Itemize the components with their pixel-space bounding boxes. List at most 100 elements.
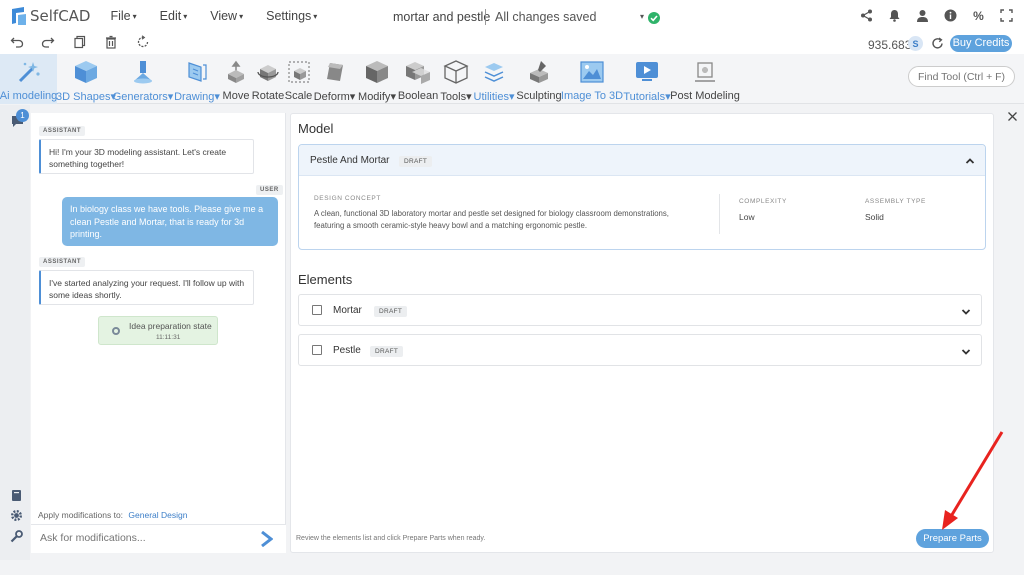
chat-notification-badge: 1 <box>16 109 29 122</box>
tool-tutorials[interactable]: Tutorials▾ <box>623 54 671 104</box>
save-status: All changes saved <box>495 10 597 24</box>
title-divider <box>485 9 486 25</box>
assembly-type-label: ASSEMBLY TYPE <box>865 198 926 205</box>
model-card: Pestle And Mortar DRAFT DESIGN CONCEPT A… <box>298 144 986 250</box>
tool-boolean[interactable]: Boolean <box>398 54 438 104</box>
complexity-label: COMPLEXITY <box>739 198 787 205</box>
design-concept-label: DESIGN CONCEPT <box>314 195 381 202</box>
boolean-icon <box>405 59 431 85</box>
refresh-credits-icon[interactable] <box>931 37 944 50</box>
assistant-message: I've started analyzing your request. I'l… <box>39 270 254 305</box>
user-account-icon[interactable] <box>915 8 930 23</box>
send-arrow-icon[interactable] <box>259 530 274 548</box>
selfcad-logo[interactable]: SelfCAD <box>10 6 90 26</box>
tool-drawing[interactable]: Drawing▾ <box>174 54 220 104</box>
draft-badge: DRAFT <box>399 156 433 167</box>
notifications-bell-icon[interactable] <box>887 8 902 23</box>
element-row-mortar[interactable]: Mortar DRAFT <box>298 294 982 326</box>
card-divider <box>719 194 720 234</box>
find-tool-input[interactable] <box>908 66 1015 87</box>
prepare-parts-button[interactable]: Prepare Parts <box>916 529 989 548</box>
utilities-icon <box>481 59 507 85</box>
book-icon[interactable] <box>10 489 23 502</box>
reset-rotate-icon[interactable] <box>136 35 150 49</box>
model-section-title: Model <box>298 121 334 136</box>
tool-sculpting[interactable]: Sculpting <box>516 54 562 104</box>
settings-gear-icon[interactable] <box>10 509 23 522</box>
credits-coin-icon: S <box>908 36 923 51</box>
tool-ribbon: Ai modeling 3D Shapes▾ Generators▾ Drawi… <box>0 54 1024 104</box>
element-name: Pestle <box>333 345 361 356</box>
tool-post-modeling[interactable]: Post Modeling <box>670 54 740 104</box>
tool-scale[interactable]: Scale <box>285 54 312 104</box>
tool-rotate[interactable]: Rotate <box>252 54 284 104</box>
element-name: Mortar <box>333 305 362 316</box>
chevron-down-icon[interactable] <box>961 346 971 356</box>
user-role-tag: USER <box>256 185 283 195</box>
save-status-chevron-down-icon[interactable]: ▾ <box>640 12 644 21</box>
move-icon <box>223 59 249 85</box>
delete-trash-icon[interactable] <box>104 35 118 49</box>
redo-icon[interactable] <box>41 35 55 49</box>
scale-icon <box>286 59 312 85</box>
element-row-pestle[interactable]: Pestle DRAFT <box>298 334 982 366</box>
chat-input-area <box>31 524 286 553</box>
model-card-header[interactable]: Pestle And Mortar DRAFT <box>299 145 985 176</box>
modify-icon <box>364 59 390 85</box>
state-radio-icon <box>112 327 120 335</box>
menu-edit[interactable]: Edit ▾ <box>160 9 188 23</box>
close-panel-icon[interactable] <box>1007 111 1018 122</box>
menu-file[interactable]: File ▾ <box>110 9 136 23</box>
tool-modify[interactable]: Modify▾ <box>358 54 396 104</box>
fullscreen-icon[interactable] <box>999 8 1014 23</box>
saved-check-icon <box>648 12 660 24</box>
post-modeling-icon <box>692 59 718 85</box>
percent-units-icon[interactable]: % <box>971 8 986 23</box>
image-to-3d-icon <box>579 59 605 85</box>
document-title[interactable]: mortar and pestle <box>393 10 490 24</box>
wrench-icon[interactable] <box>10 530 23 543</box>
elements-section-title: Elements <box>298 272 353 287</box>
undo-icon[interactable] <box>10 35 24 49</box>
sculpting-icon <box>526 59 552 85</box>
apply-modifications-row: Apply modifications to: General Design <box>38 510 188 520</box>
tool-utilities[interactable]: Utilities▾ <box>474 54 515 104</box>
tools-icon <box>443 59 469 85</box>
element-checkbox[interactable] <box>312 345 322 355</box>
info-icon[interactable] <box>943 8 958 23</box>
assistant-role-tag: ASSISTANT <box>39 126 86 136</box>
user-message: In biology class we have tools. Please g… <box>62 197 278 246</box>
draft-badge: DRAFT <box>370 346 404 357</box>
apply-target-link[interactable]: General Design <box>128 510 187 520</box>
deform-icon <box>322 59 348 85</box>
tool-3d-shapes[interactable]: 3D Shapes▾ <box>56 54 116 104</box>
chevron-down-icon[interactable] <box>961 306 971 316</box>
menu-settings[interactable]: Settings ▾ <box>266 9 317 23</box>
top-right-icons: % <box>859 8 1014 23</box>
tool-tools[interactable]: Tools▾ <box>440 54 472 104</box>
assistant-message: Hi! I'm your 3D modeling assistant. Let'… <box>39 139 254 174</box>
tool-ai-modeling[interactable]: Ai modeling <box>0 54 57 104</box>
ai-wand-icon <box>16 59 42 85</box>
tool-generators[interactable]: Generators▾ <box>113 54 173 104</box>
buy-credits-button[interactable]: Buy Credits <box>950 35 1012 52</box>
generator-icon <box>130 59 156 85</box>
tool-image-to-3d[interactable]: Image To 3D <box>561 54 623 104</box>
menu-view[interactable]: View ▾ <box>210 9 243 23</box>
chevron-up-icon[interactable] <box>965 155 975 165</box>
tutorials-icon <box>634 59 660 85</box>
element-checkbox[interactable] <box>312 305 322 315</box>
ask-modifications-input[interactable] <box>40 532 250 544</box>
credits-balance: 935.683 <box>868 38 912 52</box>
model-name: Pestle And Mortar <box>310 155 390 166</box>
selfcad-logo-icon <box>10 6 28 26</box>
design-concept-text: A clean, functional 3D laboratory mortar… <box>314 209 669 230</box>
app-name: SelfCAD <box>30 7 91 25</box>
tool-move[interactable]: Move <box>222 54 250 104</box>
rotate-icon <box>255 59 281 85</box>
tool-deform[interactable]: Deform▾ <box>314 54 355 104</box>
share-icon[interactable] <box>859 8 874 23</box>
copy-icon[interactable] <box>73 35 87 49</box>
drawing-icon <box>184 59 210 85</box>
cube-icon <box>73 59 99 85</box>
